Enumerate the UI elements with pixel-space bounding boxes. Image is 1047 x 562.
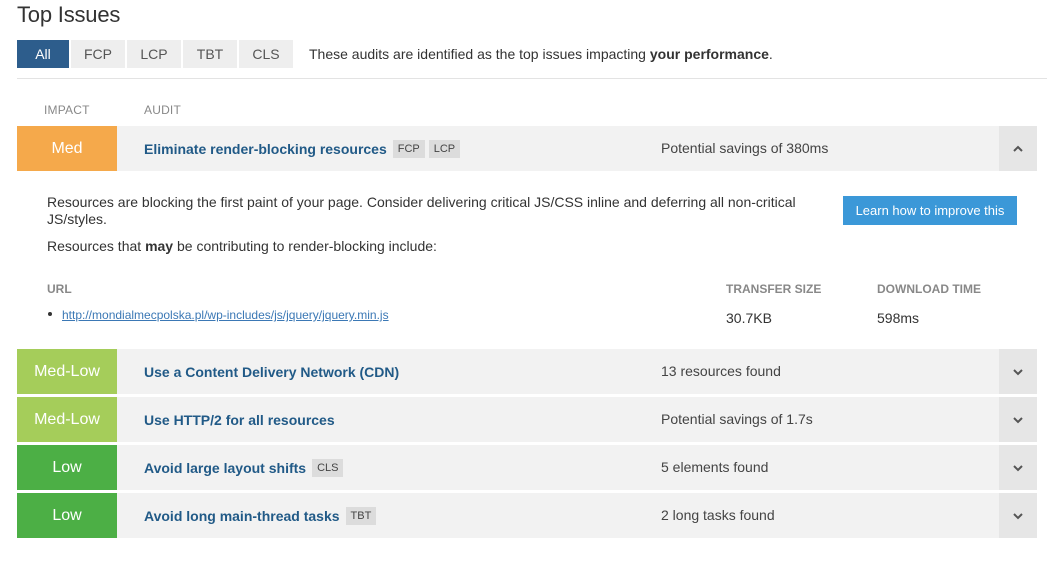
chevron-up-icon	[1013, 145, 1023, 152]
filter-lcp-button[interactable]: LCP	[127, 40, 181, 68]
expand-toggle[interactable]	[999, 397, 1037, 442]
learn-how-button[interactable]: Learn how to improve this	[843, 196, 1017, 225]
audit-result: 5 elements found	[661, 459, 769, 475]
audit-result: 2 long tasks found	[661, 507, 775, 523]
expand-toggle[interactable]	[999, 349, 1037, 394]
audit-title[interactable]: Eliminate render-blocking resources	[144, 141, 387, 157]
details-contributing-text: Resources that may be contributing to re…	[47, 238, 437, 254]
divider	[17, 78, 1047, 79]
audit-title-cell: Use HTTP/2 for all resources	[144, 397, 337, 442]
filter-description-text: These audits are identified as the top i…	[309, 46, 650, 62]
audit-title-cell: Use a Content Delivery Network (CDN)	[144, 349, 401, 394]
resource-url-link[interactable]: http://mondialmecpolska.pl/wp-includes/j…	[62, 308, 389, 322]
collapse-toggle[interactable]	[999, 126, 1037, 171]
details-description: Resources are blocking the first paint o…	[47, 194, 796, 227]
audit-title[interactable]: Avoid long main-thread tasks	[144, 508, 340, 524]
chevron-down-icon	[1013, 368, 1023, 375]
resource-download-time: 598ms	[877, 310, 920, 326]
audit-title[interactable]: Use HTTP/2 for all resources	[144, 412, 335, 428]
url-column-header: URL	[47, 282, 72, 296]
impact-badge: Low	[17, 493, 117, 538]
chevron-down-icon	[1013, 512, 1023, 519]
contributing-prefix: Resources that	[47, 238, 146, 254]
audit-row[interactable]: Low Avoid long main-thread tasks TBT 2 l…	[17, 493, 1037, 538]
metric-tag: TBT	[345, 506, 377, 525]
impact-badge: Med	[17, 126, 117, 171]
audit-row[interactable]: Med Eliminate render-blocking resources …	[17, 126, 1037, 171]
contributing-suffix: be contributing to render-blocking inclu…	[173, 238, 437, 254]
audit-result: Potential savings of 380ms	[661, 140, 829, 156]
audit-row[interactable]: Med-Low Use HTTP/2 for all resources Pot…	[17, 397, 1037, 442]
metric-tag: CLS	[312, 458, 344, 477]
expand-toggle[interactable]	[999, 493, 1037, 538]
impact-badge: Med-Low	[17, 349, 117, 394]
audit-result: 13 resources found	[661, 363, 781, 379]
audit-title-cell: Avoid large layout shifts CLS	[144, 445, 344, 490]
impact-badge: Med-Low	[17, 397, 117, 442]
audit-column-header: AUDIT	[144, 103, 181, 117]
filter-tbt-button[interactable]: TBT	[183, 40, 237, 68]
audit-result: Potential savings of 1.7s	[661, 411, 813, 427]
page-title: Top Issues	[17, 2, 121, 27]
chevron-down-icon	[1013, 416, 1023, 423]
filter-bar: All FCP LCP TBT CLS These audits are ide…	[17, 40, 773, 68]
audit-row[interactable]: Low Avoid large layout shifts CLS 5 elem…	[17, 445, 1037, 490]
filter-description: These audits are identified as the top i…	[309, 46, 773, 62]
metric-tag: LCP	[428, 139, 461, 158]
impact-badge: Low	[17, 445, 117, 490]
filter-fcp-button[interactable]: FCP	[71, 40, 125, 68]
chevron-down-icon	[1013, 464, 1023, 471]
filter-all-button[interactable]: All	[17, 40, 69, 68]
filter-description-suffix: .	[768, 46, 773, 62]
audit-details-panel: Resources are blocking the first paint o…	[17, 171, 1037, 347]
list-bullet	[48, 312, 52, 316]
filter-cls-button[interactable]: CLS	[239, 40, 293, 68]
expand-toggle[interactable]	[999, 445, 1037, 490]
audit-title-cell: Eliminate render-blocking resources FCP …	[144, 126, 461, 171]
download-time-column-header: DOWNLOAD TIME	[877, 282, 981, 296]
impact-column-header: IMPACT	[44, 103, 90, 117]
audit-title-cell: Avoid long main-thread tasks TBT	[144, 493, 377, 538]
contributing-bold: may	[145, 238, 174, 254]
audit-title[interactable]: Avoid large layout shifts	[144, 460, 306, 476]
audit-title[interactable]: Use a Content Delivery Network (CDN)	[144, 364, 399, 380]
audit-row[interactable]: Med-Low Use a Content Delivery Network (…	[17, 349, 1037, 394]
transfer-size-column-header: TRANSFER SIZE	[726, 282, 822, 296]
filter-description-bold: your performance	[649, 46, 769, 62]
metric-tag: FCP	[392, 139, 425, 158]
resource-transfer-size: 30.7KB	[726, 310, 772, 326]
